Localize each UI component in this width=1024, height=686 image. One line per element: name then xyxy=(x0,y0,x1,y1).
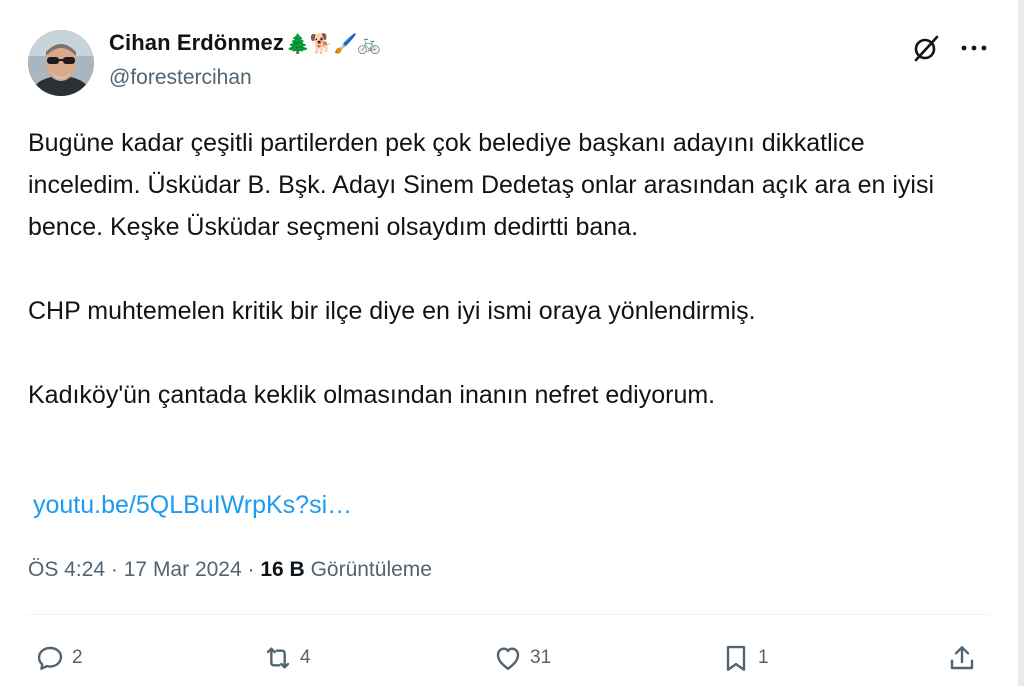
reply-button[interactable]: 2 xyxy=(34,640,83,676)
tweet-paragraph: Bugüne kadar çeşitli partilerden pek çok… xyxy=(28,129,934,241)
more-icon[interactable] xyxy=(958,33,990,63)
repost-button[interactable]: 4 xyxy=(262,640,311,676)
like-button[interactable]: 31 xyxy=(492,640,551,676)
tweet-date[interactable]: 17 Mar 2024 xyxy=(124,558,242,581)
repost-icon xyxy=(266,647,290,669)
tweet-paragraph: Kadıköy'ün çantada keklik olmasından ina… xyxy=(28,381,716,409)
views-count: 16 B xyxy=(260,558,305,581)
tweet-link[interactable]: youtu.be/5QLBuIWrpKs?si… xyxy=(33,491,352,520)
author-emojis: 🌲🐕🖌️🚲 xyxy=(285,34,382,55)
repost-count: 4 xyxy=(300,647,311,668)
tweet-time[interactable]: ÖS 4:24 xyxy=(28,558,105,581)
avatar[interactable] xyxy=(28,30,94,96)
author-handle[interactable]: @forestercihan xyxy=(109,66,252,90)
like-icon xyxy=(496,647,520,670)
reply-count: 2 xyxy=(72,647,83,668)
share-icon xyxy=(950,646,974,670)
views-label: Görüntüleme xyxy=(310,558,432,581)
grok-icon[interactable] xyxy=(911,33,941,63)
tweet-text: Bugüne kadar çeşitli partilerden pek çok… xyxy=(28,122,978,416)
reply-icon xyxy=(37,646,63,670)
meta-separator: · xyxy=(110,558,118,581)
bookmark-button[interactable]: 1 xyxy=(720,640,769,676)
divider xyxy=(28,614,989,615)
tweet-meta: ÖS 4:24 · 17 Mar 2024 · 16 B Görüntüleme xyxy=(28,558,432,582)
meta-separator: · xyxy=(247,558,255,581)
bookmark-icon xyxy=(726,645,746,671)
share-button[interactable] xyxy=(946,640,978,676)
like-count: 31 xyxy=(530,647,552,668)
author-name[interactable]: Cihan Erdönmez xyxy=(109,30,284,55)
tweet-paragraph: CHP muhtemelen kritik bir ilçe diye en i… xyxy=(28,297,756,325)
bookmark-count: 1 xyxy=(758,647,769,668)
author-name-row[interactable]: Cihan Erdönmez 🌲🐕🖌️🚲 xyxy=(109,30,381,56)
scrollbar-edge xyxy=(1018,0,1024,686)
